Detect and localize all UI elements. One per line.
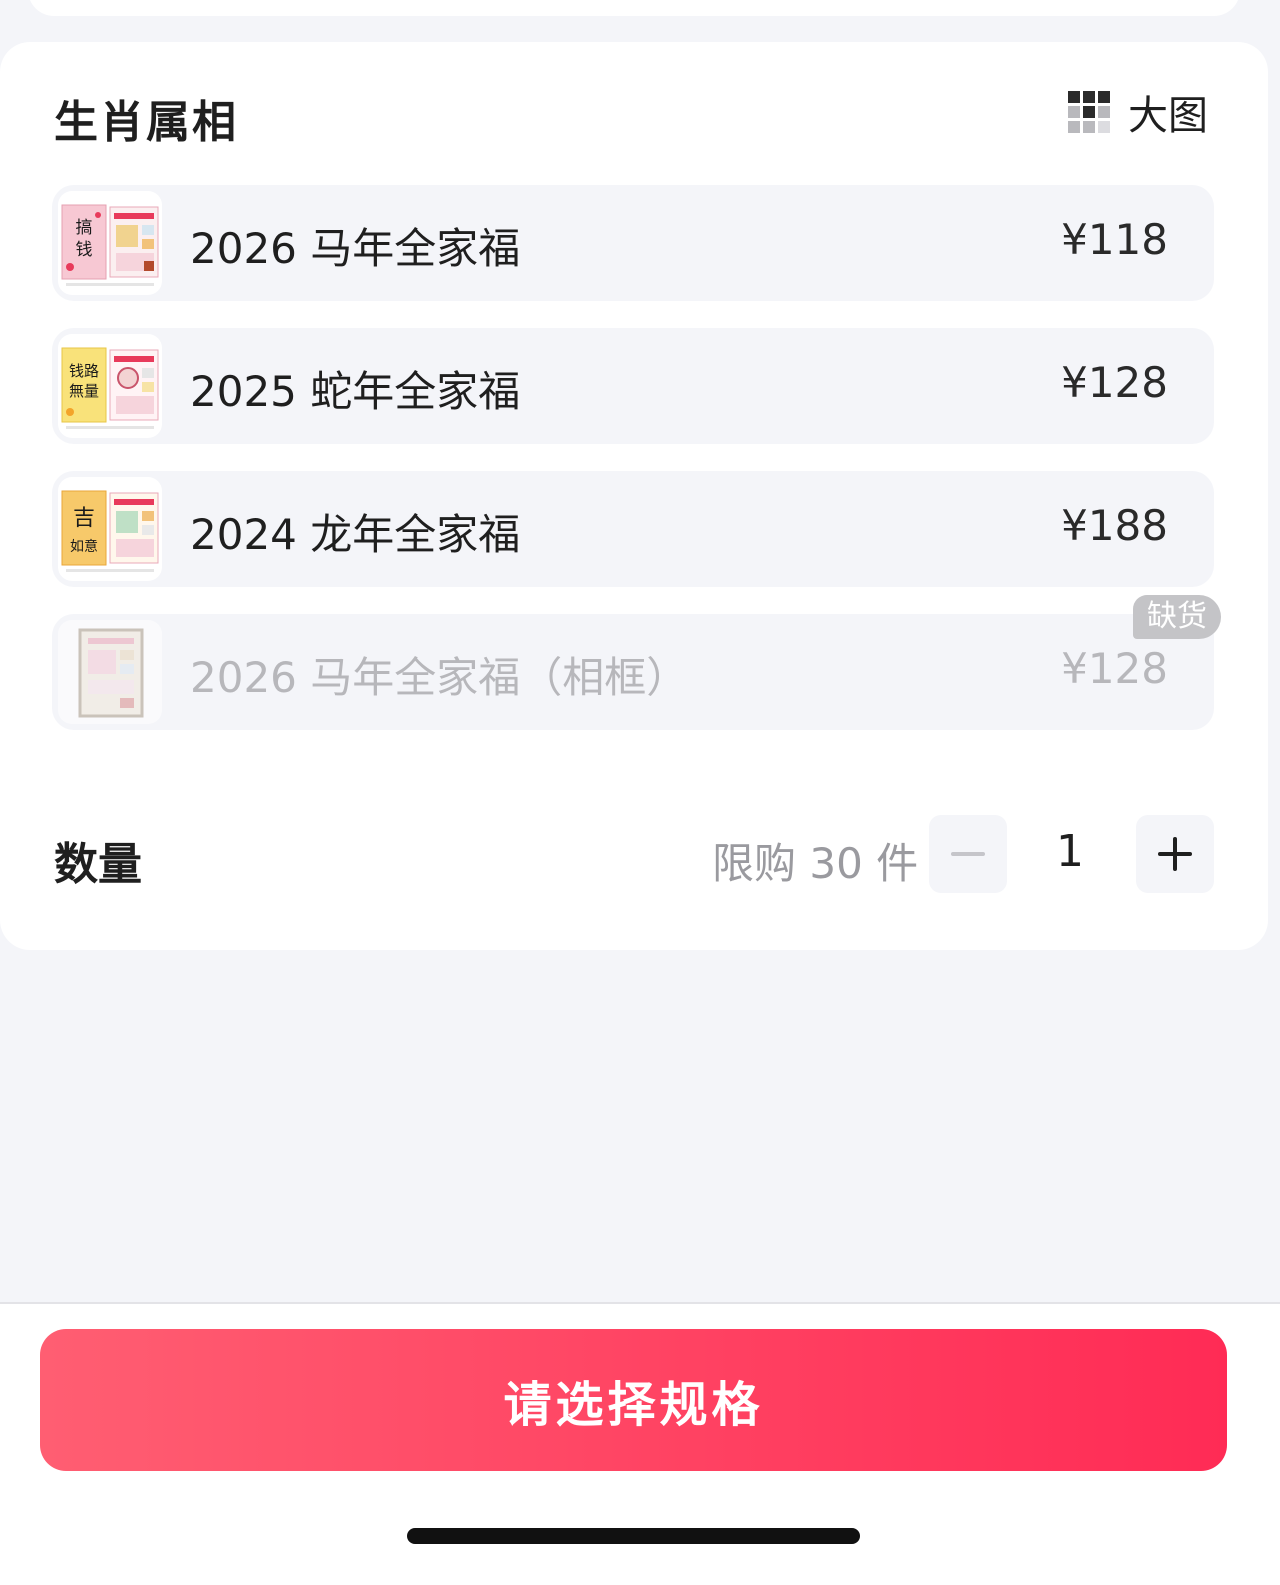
purchase-limit-text: 限购 30 件 <box>712 839 919 888</box>
minus-icon <box>951 852 985 856</box>
section-title: 生肖属相 <box>54 97 238 148</box>
grid-view-icon <box>1068 91 1110 133</box>
svg-text:吉: 吉 <box>73 506 95 531</box>
quantity-increase-button[interactable] <box>1136 815 1214 893</box>
option-name: 2024 龙年全家福 <box>190 510 521 559</box>
option-price: ¥188 <box>1061 501 1168 550</box>
big-view-label: 大图 <box>1128 93 1208 139</box>
soldout-badge: 缺货 <box>1133 595 1221 639</box>
option-price: ¥128 <box>1061 644 1168 693</box>
home-indicator <box>407 1528 860 1544</box>
option-name: 2026 马年全家福 <box>190 224 521 273</box>
quantity-decrease-button[interactable] <box>929 815 1007 893</box>
product-thumbnail <box>58 620 162 724</box>
spec-option-2026-horse-frame[interactable]: 2026 马年全家福（相框） ¥128 <box>52 614 1214 730</box>
select-spec-button[interactable]: 请选择规格 <box>40 1329 1227 1471</box>
product-thumbnail: 钱路 無量 <box>58 334 162 438</box>
spec-option-2026-horse[interactable]: 搞 钱 2026 马年全家福 ¥118 <box>52 185 1214 301</box>
svg-text:钱: 钱 <box>76 240 93 260</box>
spec-option-2024-dragon[interactable]: 吉 如意 2024 龙年全家福 ¥188 <box>52 471 1214 587</box>
svg-text:钱路: 钱路 <box>69 362 99 380</box>
option-price: ¥128 <box>1061 358 1168 407</box>
plus-icon <box>1158 837 1192 871</box>
spec-option-2025-snake[interactable]: 钱路 無量 2025 蛇年全家福 ¥128 <box>52 328 1214 444</box>
option-name: 2025 蛇年全家福 <box>190 367 521 416</box>
previous-card-edge <box>28 0 1240 16</box>
option-name: 2026 马年全家福（相框） <box>190 653 689 702</box>
quantity-label: 数量 <box>54 839 142 890</box>
big-view-toggle[interactable]: 大图 <box>1068 88 1208 139</box>
product-thumbnail: 吉 如意 <box>58 477 162 581</box>
svg-text:如意: 如意 <box>70 538 98 555</box>
svg-text:搞: 搞 <box>76 218 93 238</box>
product-thumbnail: 搞 钱 <box>58 191 162 295</box>
option-price: ¥118 <box>1061 215 1168 264</box>
svg-text:無量: 無量 <box>69 382 99 400</box>
quantity-input[interactable] <box>1030 826 1110 877</box>
